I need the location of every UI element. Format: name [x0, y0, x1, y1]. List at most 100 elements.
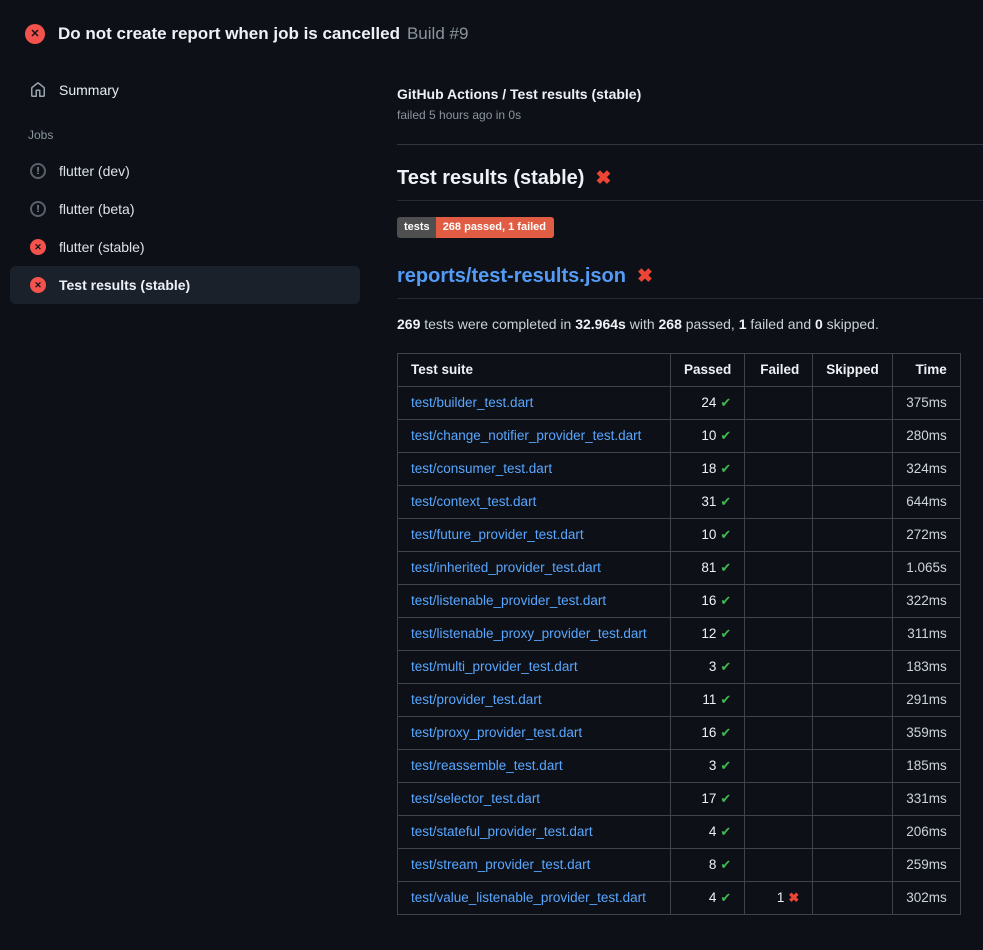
- failed-cell: [745, 750, 813, 783]
- sidebar-item-summary[interactable]: Summary: [0, 72, 370, 108]
- check-icon: ✔: [720, 692, 731, 707]
- test-suite-link[interactable]: test/proxy_provider_test.dart: [411, 725, 582, 740]
- summary-line: 269 tests were completed in 32.964s with…: [397, 316, 983, 332]
- passed-count: 17: [701, 791, 716, 806]
- skipped-cell: [813, 420, 893, 453]
- failed-cell: [745, 387, 813, 420]
- run-header: ✕ Do not create report when job is cance…: [0, 0, 983, 56]
- time-cell: 359ms: [892, 717, 960, 750]
- test-suite-link[interactable]: test/change_notifier_provider_test.dart: [411, 428, 641, 443]
- time-cell: 322ms: [892, 585, 960, 618]
- check-icon: ✔: [720, 791, 731, 806]
- sidebar-item-flutter-beta[interactable]: !flutter (beta): [10, 190, 360, 228]
- passed-count: 11: [702, 692, 716, 707]
- check-icon: ✔: [720, 593, 731, 608]
- neutral-status-icon: !: [30, 163, 46, 179]
- suite-cell: test/selector_test.dart: [398, 783, 671, 816]
- section-title: Test results (stable): [397, 167, 584, 190]
- report-file-link[interactable]: reports/test-results.json: [397, 265, 626, 288]
- suite-cell: test/inherited_provider_test.dart: [398, 552, 671, 585]
- sidebar-item-flutter-stable[interactable]: ✕flutter (stable): [10, 228, 360, 266]
- test-suite-link[interactable]: test/inherited_provider_test.dart: [411, 560, 601, 575]
- passed-cell: 12✔: [671, 618, 745, 651]
- passed-cell: 31✔: [671, 486, 745, 519]
- summary-segment: skipped.: [823, 316, 879, 332]
- time-cell: 280ms: [892, 420, 960, 453]
- skipped-cell: [813, 552, 893, 585]
- table-row: test/context_test.dart31✔644ms: [398, 486, 961, 519]
- run-status-line: failed 5 hours ago in 0s: [397, 108, 983, 122]
- sidebar: Summary Jobs !flutter (dev)!flutter (bet…: [0, 56, 370, 304]
- job-label: flutter (dev): [59, 163, 130, 179]
- test-suite-link[interactable]: test/multi_provider_test.dart: [411, 659, 578, 674]
- failed-cell: [745, 453, 813, 486]
- check-icon: ✔: [720, 461, 731, 476]
- suite-cell: test/provider_test.dart: [398, 684, 671, 717]
- suite-cell: test/reassemble_test.dart: [398, 750, 671, 783]
- summary-segment: tests were completed in: [420, 316, 575, 332]
- passed-count: 16: [701, 593, 716, 608]
- test-suite-link[interactable]: test/future_provider_test.dart: [411, 527, 584, 542]
- test-suite-link[interactable]: test/listenable_proxy_provider_test.dart: [411, 626, 647, 641]
- skipped-cell: [813, 750, 893, 783]
- skipped-cell: [813, 387, 893, 420]
- passed-cell: 3✔: [671, 651, 745, 684]
- passed-count: 4: [709, 824, 717, 839]
- failed-cell: [745, 651, 813, 684]
- test-suite-link[interactable]: test/stateful_provider_test.dart: [411, 824, 593, 839]
- test-suite-link[interactable]: test/reassemble_test.dart: [411, 758, 563, 773]
- test-suite-link[interactable]: test/selector_test.dart: [411, 791, 540, 806]
- passed-cell: 4✔: [671, 816, 745, 849]
- test-suite-link[interactable]: test/builder_test.dart: [411, 395, 533, 410]
- suite-cell: test/builder_test.dart: [398, 387, 671, 420]
- failed-cell: [745, 585, 813, 618]
- test-suite-link[interactable]: test/context_test.dart: [411, 494, 536, 509]
- failed-cell: [745, 420, 813, 453]
- test-suite-link[interactable]: test/provider_test.dart: [411, 692, 542, 707]
- failed-cell: [745, 849, 813, 882]
- check-icon: ✔: [720, 395, 731, 410]
- home-icon: [30, 82, 46, 98]
- passed-cell: 10✔: [671, 519, 745, 552]
- time-cell: 324ms: [892, 453, 960, 486]
- passed-count: 8: [709, 857, 717, 872]
- table-row: test/stateful_provider_test.dart4✔206ms: [398, 816, 961, 849]
- check-icon: ✔: [720, 494, 731, 509]
- suite-cell: test/value_listenable_provider_test.dart: [398, 882, 671, 915]
- sidebar-item-flutter-dev[interactable]: ! flutter (dev): [10, 152, 360, 190]
- failed-cell: 1✖: [745, 882, 813, 915]
- test-results-table: Test suite Passed Failed Skipped Time te…: [397, 353, 961, 915]
- passed-count: 18: [701, 461, 716, 476]
- suite-cell: test/listenable_provider_test.dart: [398, 585, 671, 618]
- summary-segment: with: [626, 316, 659, 332]
- suite-cell: test/listenable_proxy_provider_test.dart: [398, 618, 671, 651]
- table-row: test/builder_test.dart24✔375ms: [398, 387, 961, 420]
- divider: [397, 144, 983, 145]
- test-suite-link[interactable]: test/value_listenable_provider_test.dart: [411, 890, 646, 905]
- failed-cross-icon: ✖: [637, 267, 653, 286]
- test-suite-link[interactable]: test/listenable_provider_test.dart: [411, 593, 606, 608]
- skipped-cell: [813, 717, 893, 750]
- summary-segment: 32.964s: [575, 316, 626, 332]
- time-cell: 259ms: [892, 849, 960, 882]
- test-suite-link[interactable]: test/consumer_test.dart: [411, 461, 552, 476]
- failed-cell: [745, 519, 813, 552]
- job-label: flutter (beta): [59, 201, 134, 217]
- table-row: test/consumer_test.dart 18 ✔ 324ms: [398, 453, 961, 486]
- col-header-passed: Passed: [671, 354, 745, 387]
- test-suite-link[interactable]: test/stream_provider_test.dart: [411, 857, 590, 872]
- table-row: test/value_listenable_provider_test.dart…: [398, 882, 961, 915]
- time-cell: 185ms: [892, 750, 960, 783]
- main-content: GitHub Actions / Test results (stable) f…: [370, 56, 983, 915]
- check-icon: ✔: [720, 659, 731, 674]
- suite-cell: test/context_test.dart: [398, 486, 671, 519]
- check-icon: ✔: [720, 428, 731, 443]
- failed-cell: [745, 816, 813, 849]
- time-cell: 375ms: [892, 387, 960, 420]
- sidebar-item-test-results-stable[interactable]: ✕Test results (stable): [10, 266, 360, 304]
- failed-count: 1: [777, 890, 785, 905]
- passed-count: 10: [701, 527, 716, 542]
- results-table-body: test/builder_test.dart24✔375mstest/chang…: [398, 387, 961, 915]
- time-cell: 183ms: [892, 651, 960, 684]
- passed-count: 12: [701, 626, 716, 641]
